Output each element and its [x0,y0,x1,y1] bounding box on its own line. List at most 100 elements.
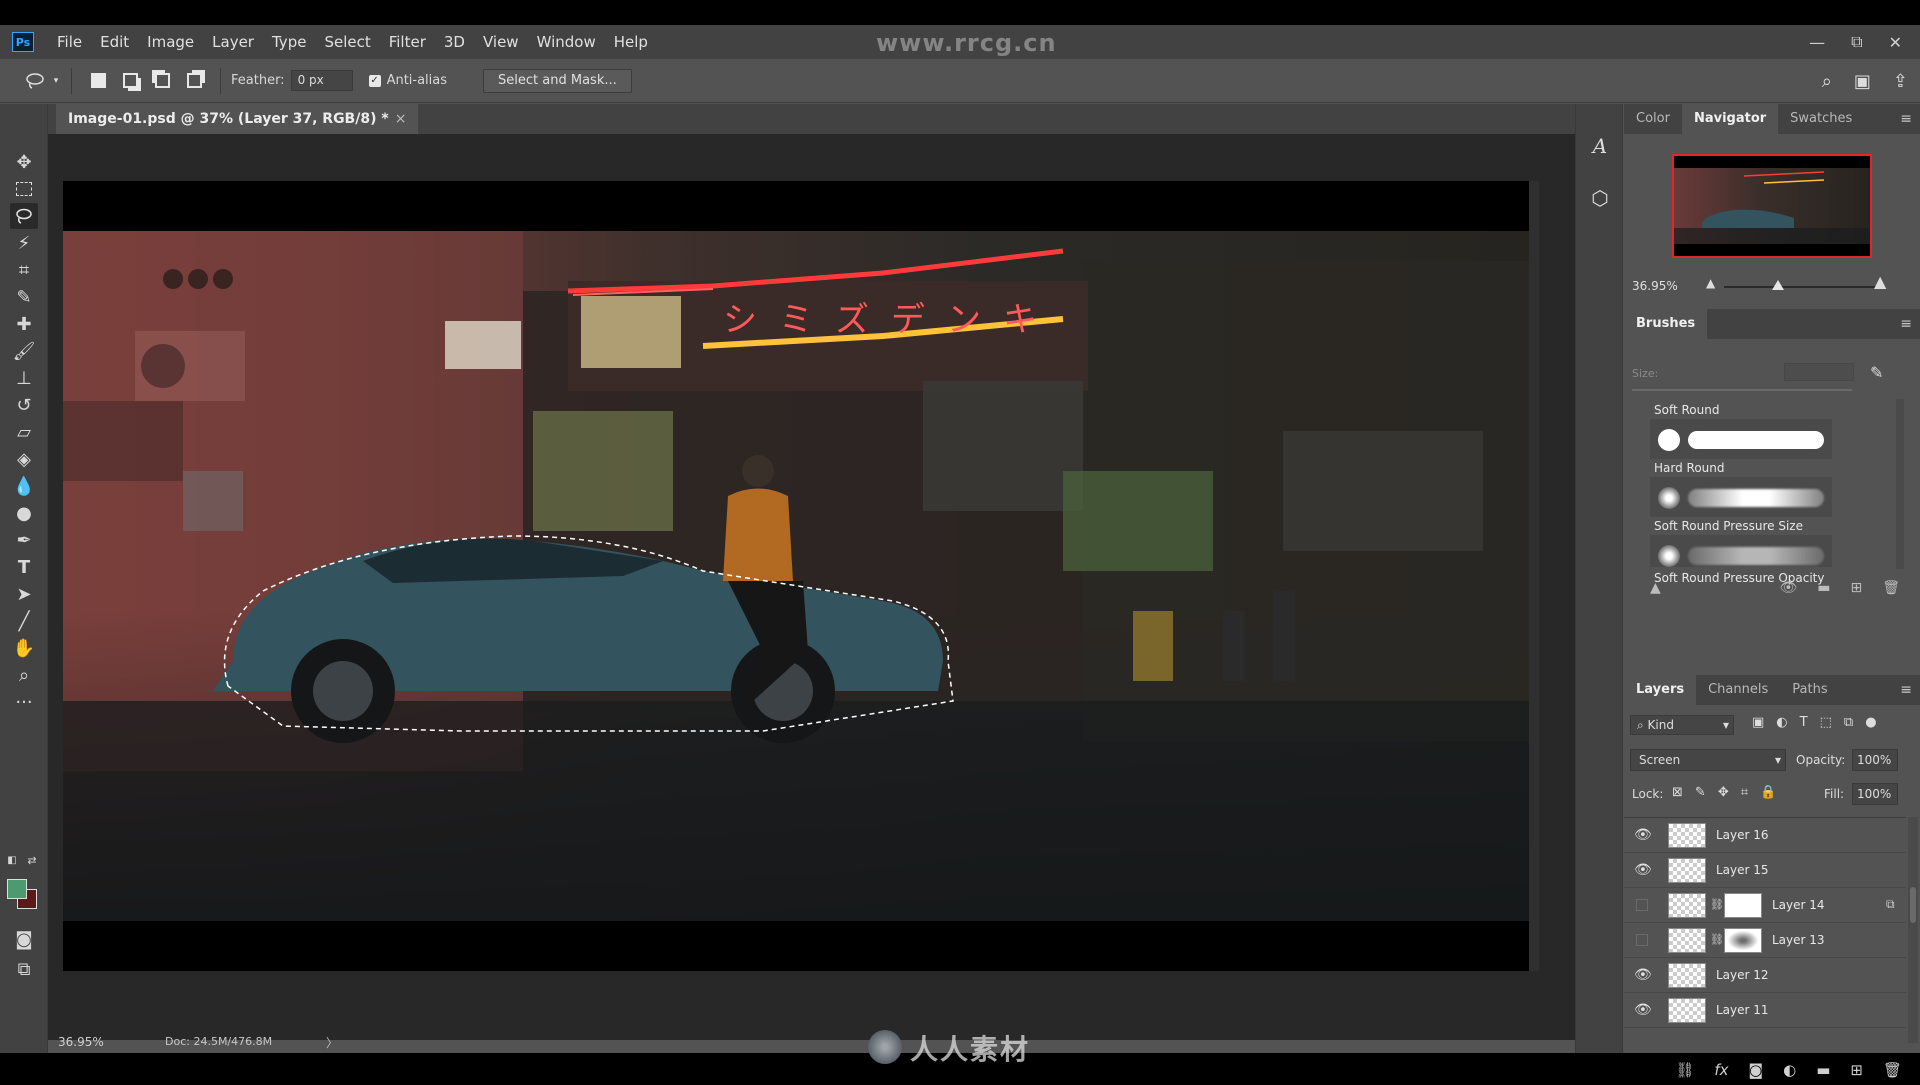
fill-input[interactable]: 100% [1852,783,1898,805]
navigator-zoom-slider[interactable] [1724,286,1876,288]
crop-tool-icon[interactable]: ⌗ [10,257,38,283]
panel-menu-icon[interactable]: ≡ [1900,111,1912,127]
paint-bucket-tool-icon[interactable]: ◈ [10,446,38,472]
clone-stamp-tool-icon[interactable]: ⊥ [10,365,38,391]
document-canvas[interactable]: シミズデンキ [63,181,1539,971]
layer-row[interactable]: 👁 Layer 11 [1624,993,1906,1028]
close-tab-icon[interactable]: × [395,111,407,127]
tab-swatches[interactable]: Swatches [1778,104,1864,134]
add-to-selection-icon[interactable] [119,70,141,92]
layer-row[interactable]: 👁 Layer 16 [1624,818,1906,853]
anti-alias-checkbox[interactable]: ✓ [368,74,381,87]
marquee-tool-icon[interactable] [10,176,38,202]
toggle-brush-preview-icon[interactable]: 👁 [1779,580,1797,596]
new-brush-icon[interactable]: ⊞ [1850,580,1862,596]
brush-settings-icon[interactable]: ✎ [1870,363,1883,382]
filter-shape-icon[interactable]: ⬚ [1820,715,1832,730]
lock-all-icon[interactable]: 🔒 [1760,785,1776,800]
layer-mask-thumbnail[interactable] [1724,893,1762,918]
add-mask-icon[interactable]: ◙ [1749,1061,1764,1079]
quick-mask-icon[interactable]: ◙ [10,926,38,952]
delete-brush-icon[interactable]: 🗑 [1882,580,1900,596]
eraser-tool-icon[interactable]: ▱ [10,419,38,445]
layer-filter-select[interactable]: ⌕ Kind ▾ [1630,715,1734,735]
status-menu-arrow-icon[interactable]: 〉 [326,1034,338,1051]
document-tab[interactable]: Image-01.psd @ 37% (Layer 37, RGB/8) * × [56,104,419,134]
path-selection-tool-icon[interactable]: ➤ [10,581,38,607]
menu-help[interactable]: Help [605,25,657,59]
layers-scrollbar-thumb[interactable] [1910,887,1916,923]
eyedropper-tool-icon[interactable]: ✎ [10,284,38,310]
menu-filter[interactable]: Filter [380,25,435,59]
restore-button[interactable]: ⧉ [1851,32,1862,52]
canvas-area[interactable]: シミズデンキ [48,134,1575,1040]
filter-pixel-icon[interactable]: ▣ [1752,715,1764,730]
select-and-mask-button[interactable]: Select and Mask... [483,68,632,93]
brush-size-input[interactable] [1784,363,1854,381]
opacity-input[interactable]: 100% [1852,749,1898,771]
adjustment-layer-icon[interactable]: ◐ [1783,1061,1796,1079]
brush-size-small-icon[interactable]: ▲ [1650,580,1661,596]
mask-link-icon[interactable]: ⛓ [1710,933,1724,946]
menu-view[interactable]: View [474,25,528,59]
filter-smart-object-icon[interactable]: ⧉ [1844,715,1853,730]
brush-tool-icon[interactable]: 🖌 [10,338,38,364]
layer-style-fx-icon[interactable]: fx [1714,1061,1728,1079]
layer-mask-thumbnail[interactable] [1724,928,1762,953]
layer-row[interactable]: 👁 Layer 12 [1624,958,1906,993]
zoom-out-icon[interactable]: ▲ [1706,276,1715,290]
minimize-button[interactable]: — [1809,33,1825,52]
menu-3d[interactable]: 3D [435,25,474,59]
canvas-scrollbar[interactable] [1529,181,1539,971]
status-zoom[interactable]: 36.95% [58,1035,104,1049]
screen-mode-icon[interactable]: ⧉ [10,956,38,982]
tab-brushes[interactable]: Brushes [1624,309,1708,339]
navigator-slider-knob[interactable] [1772,280,1784,290]
type-tool-icon[interactable]: T [10,554,38,580]
zoom-in-icon[interactable]: ▲ [1874,272,1886,291]
default-colors-icon[interactable]: ◧ [4,852,20,868]
link-layers-icon[interactable]: ⛓ [1675,1061,1694,1079]
new-group-icon[interactable]: ▬ [1816,1061,1830,1079]
new-brush-group-icon[interactable]: ▬ [1817,580,1830,596]
navigator-zoom[interactable]: 36.95% [1632,279,1678,293]
menu-file[interactable]: File [48,25,91,59]
dodge-tool-icon[interactable]: ● [10,500,38,526]
visibility-toggle-empty[interactable] [1636,899,1648,911]
lasso-tool-icon[interactable] [10,203,38,229]
3d-panel-icon[interactable]: ⬡ [1588,186,1612,210]
move-tool-icon[interactable]: ✥ [10,149,38,175]
menu-layer[interactable]: Layer [203,25,263,59]
feather-input[interactable]: 0 px [290,70,353,91]
panel-menu-icon[interactable]: ≡ [1900,316,1912,332]
layer-row[interactable]: ⛓ Layer 13 [1624,923,1906,958]
layer-row[interactable]: ⛓ Layer 14 ⧉ [1624,888,1906,923]
blend-mode-select[interactable]: Screen ▾ [1630,749,1786,771]
workspace-icon[interactable]: ▣ [1854,71,1871,92]
swap-colors-icon[interactable]: ⇄ [24,852,40,868]
brush-size-slider[interactable] [1632,389,1852,391]
pen-tool-icon[interactable]: ✒ [10,527,38,553]
tab-navigator[interactable]: Navigator [1681,104,1779,134]
visibility-eye-icon[interactable]: 👁 [1634,1002,1652,1018]
menu-select[interactable]: Select [315,25,379,59]
tab-layers[interactable]: Layers [1624,675,1697,705]
healing-brush-tool-icon[interactable]: ✚ [10,311,38,337]
mask-link-icon[interactable]: ⛓ [1710,898,1724,911]
tab-channels[interactable]: Channels [1696,675,1780,705]
history-brush-tool-icon[interactable]: ↺ [10,392,38,418]
navigator-thumbnail[interactable] [1672,154,1872,258]
tab-color[interactable]: Color [1624,104,1682,134]
intersect-selection-icon[interactable] [183,70,205,92]
new-selection-icon[interactable] [87,70,109,92]
brushes-scrollbar[interactable] [1896,399,1904,569]
subtract-from-selection-icon[interactable] [151,70,173,92]
more-tools-icon[interactable]: ··· [10,689,38,715]
lasso-preset-icon[interactable] [24,70,46,92]
zoom-tool-icon[interactable]: ⌕ [10,662,38,688]
lock-image-icon[interactable]: ✎ [1695,785,1706,800]
line-tool-icon[interactable]: ╱ [10,608,38,634]
hand-tool-icon[interactable]: ✋ [10,635,38,661]
new-layer-icon[interactable]: ⊞ [1850,1061,1863,1079]
lock-artboard-icon[interactable]: ⌗ [1741,785,1748,800]
